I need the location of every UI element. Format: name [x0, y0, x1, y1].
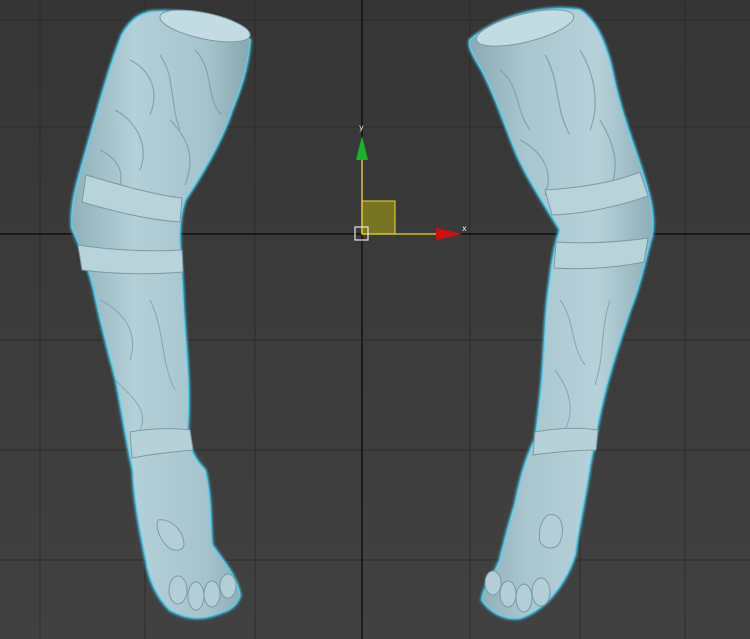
- gizmo-xy-plane-handle[interactable]: [361, 200, 396, 235]
- right-arm-mesh[interactable]: [468, 2, 655, 620]
- gizmo-y-label: y: [359, 123, 364, 132]
- gizmo-x-arrow-icon[interactable]: [436, 228, 462, 240]
- viewport-perspective[interactable]: y x: [0, 0, 750, 639]
- viewport-canvas[interactable]: y x: [0, 0, 750, 639]
- left-arm-mesh[interactable]: [70, 4, 253, 620]
- gizmo-x-label: x: [462, 224, 467, 233]
- gizmo-y-arrow-icon[interactable]: [356, 136, 368, 160]
- transform-gizmo[interactable]: y x: [354, 123, 467, 241]
